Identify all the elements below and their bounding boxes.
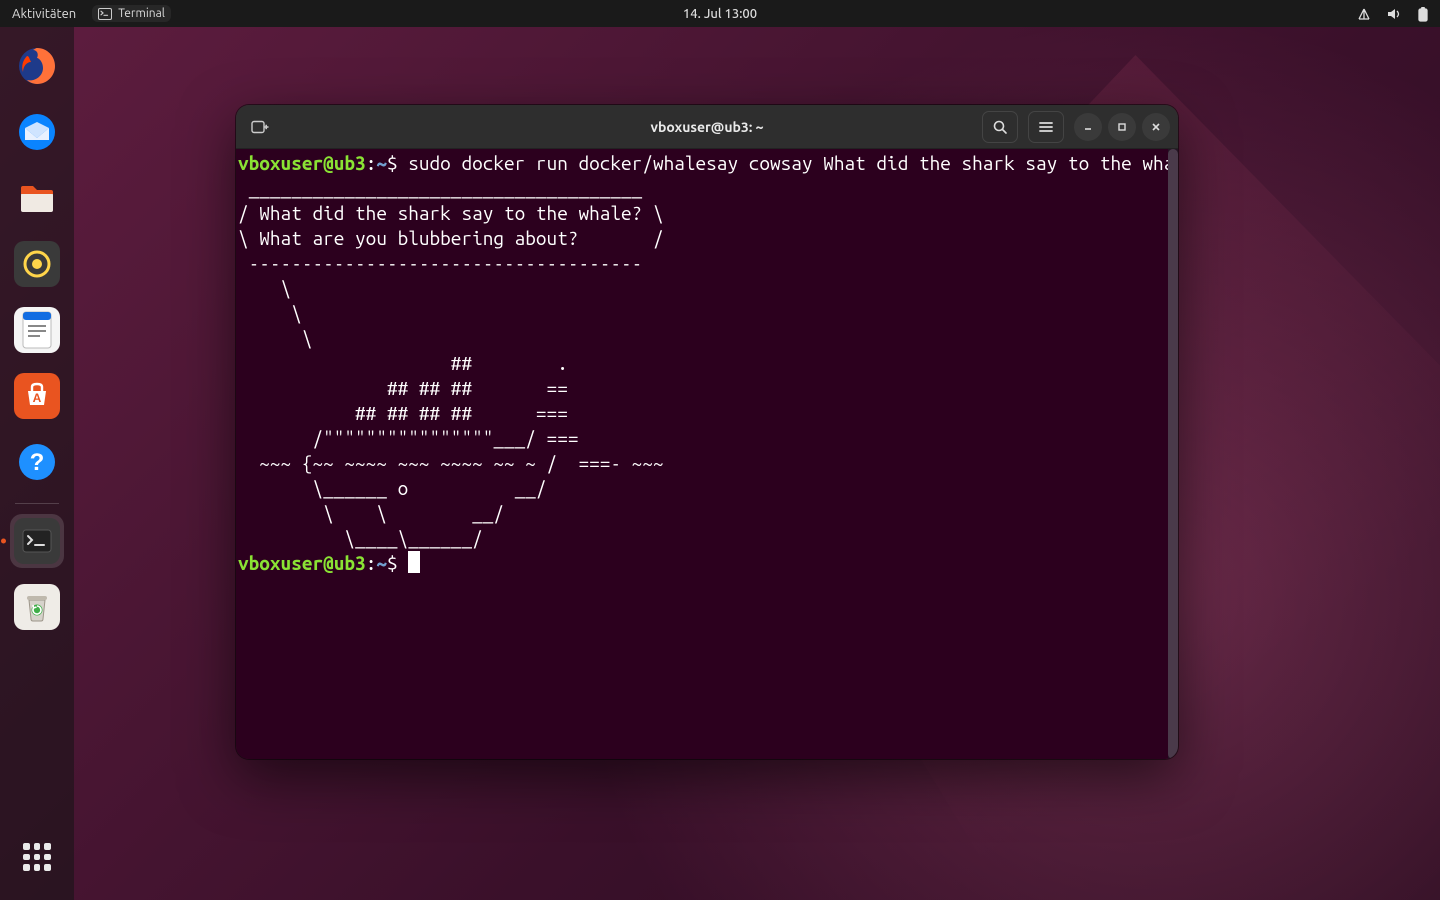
writer-icon [14,307,60,353]
prompt-colon: : [366,152,377,174]
rhythmbox-icon [14,241,60,287]
active-app-name: Terminal [118,7,165,20]
dock-files[interactable] [10,171,64,225]
apps-grid-icon [23,843,51,871]
prompt2-user-host: vboxuser@ub3 [238,552,366,574]
close-button[interactable] [1142,113,1170,141]
command-text-value: sudo docker run docker/whalesay cowsay W… [408,152,1178,174]
dock-rhythmbox[interactable] [10,237,64,291]
dock-help[interactable]: ? [10,435,64,489]
files-icon [14,175,60,221]
firefox-icon [14,43,60,89]
dock-software[interactable]: A [10,369,64,423]
ubuntu-dock: A ? [0,27,74,900]
topbar-left: Aktivitäten Terminal [10,5,171,23]
command-text [398,152,409,174]
terminal-icon [14,518,60,564]
topbar-clock[interactable]: 14. Jul 13:00 [683,7,757,21]
terminal-window: vboxuser@ub3: ~ [236,105,1178,759]
battery-icon[interactable] [1416,6,1430,22]
active-app-indicator[interactable]: Terminal [92,5,171,22]
prompt2-path: ~ [376,552,387,574]
dock-writer[interactable] [10,303,64,357]
minimize-icon [1082,121,1094,133]
svg-text:?: ? [30,449,45,476]
terminal-cursor [408,551,420,573]
show-applications-button[interactable] [10,830,64,884]
dock-firefox[interactable] [10,39,64,93]
maximize-button[interactable] [1108,113,1136,141]
hamburger-menu-button[interactable] [1028,111,1064,143]
terminal-scrollbar[interactable] [1168,149,1178,759]
search-button[interactable] [982,111,1018,143]
maximize-icon [1116,121,1128,133]
terminal-viewport[interactable]: vboxuser@ub3:~$ sudo docker run docker/w… [236,149,1178,759]
dock-separator [15,503,59,504]
prompt-symbol: $ [387,152,398,174]
software-icon: A [14,373,60,419]
dock-trash[interactable] [10,580,64,634]
close-icon [1150,121,1162,133]
svg-text:A: A [33,391,42,405]
terminal-scrollbar-thumb[interactable] [1168,149,1178,759]
topbar-status-area [1356,6,1430,22]
prompt-user-host: vboxuser@ub3 [238,152,366,174]
hamburger-icon [1038,120,1054,134]
dock-thunderbird[interactable] [10,105,64,159]
prompt-path: ~ [376,152,387,174]
help-icon: ? [14,439,60,485]
search-icon [992,119,1008,135]
new-tab-button[interactable] [244,112,276,142]
command-output: _____________________________________ / … [238,177,696,549]
activities-button[interactable]: Aktivitäten [10,5,78,23]
titlebar-right-controls [982,111,1170,143]
window-title: vboxuser@ub3: ~ [651,119,764,135]
network-icon[interactable] [1356,7,1372,21]
thunderbird-icon [14,109,60,155]
prompt2-symbol: $ [387,552,398,574]
terminal-titlebar[interactable]: vboxuser@ub3: ~ [236,105,1178,149]
sound-icon[interactable] [1386,7,1402,21]
trash-icon [14,584,60,630]
gnome-topbar: Aktivitäten Terminal 14. Jul 13:00 [0,0,1440,27]
minimize-button[interactable] [1074,113,1102,141]
dock-terminal[interactable] [10,514,64,568]
terminal-app-icon [98,8,112,20]
